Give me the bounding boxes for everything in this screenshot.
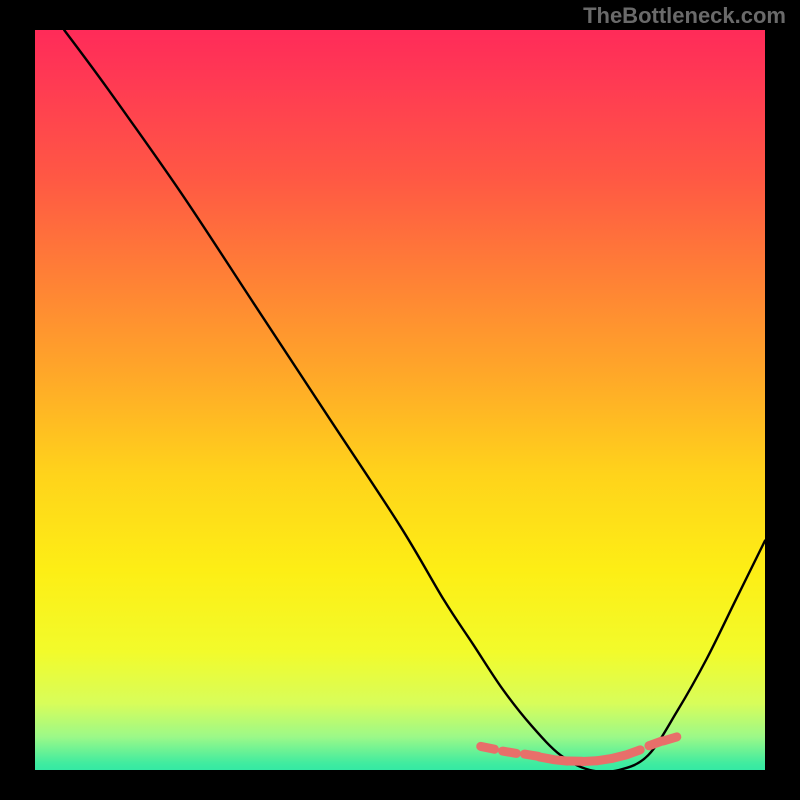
highlight-dot <box>627 750 640 755</box>
plot-area <box>35 30 765 770</box>
highlight-dot <box>481 746 495 749</box>
highlight-dot <box>503 751 517 753</box>
optimal-range-dots <box>481 737 677 762</box>
attribution-text: TheBottleneck.com <box>583 3 786 29</box>
bottleneck-curve <box>64 30 765 770</box>
chart-svg <box>35 30 765 770</box>
highlight-dot <box>663 737 676 741</box>
